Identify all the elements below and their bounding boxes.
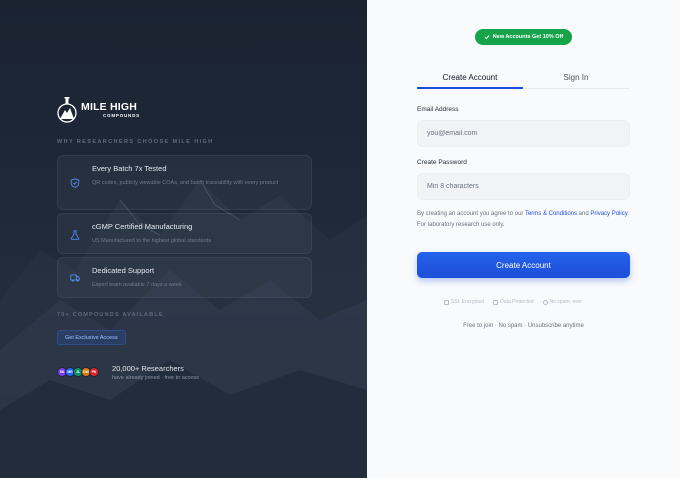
- flask-icon: [70, 230, 80, 240]
- terms-text: By creating an account you agree to our …: [417, 209, 631, 231]
- why-heading: WHY RESEARCHERS CHOOSE MILE HIGH: [57, 139, 214, 145]
- trust-badge-label: No spam, ever: [549, 299, 583, 305]
- terms-middle: and: [577, 211, 591, 217]
- trust-badge: SSL Encrypted: [444, 299, 484, 305]
- terms-prefix: By creating an account you agree to our: [417, 211, 525, 217]
- signup-tagline: Free to join · No spam · Unsubscribe any…: [463, 323, 584, 329]
- promo-text: New Accounts Get 10% Off: [492, 34, 564, 40]
- feature-title: cGMP Certified Manufacturing: [92, 222, 193, 231]
- researchers-subtitle: have already joined · free to access: [112, 375, 199, 381]
- check-icon: [484, 35, 490, 40]
- password-field[interactable]: [417, 173, 630, 200]
- trust-badge-label: Data Protected: [500, 299, 534, 305]
- create-account-button[interactable]: Create Account: [417, 252, 630, 278]
- feature-description: US Manufactured to the highest global st…: [92, 238, 212, 244]
- mountain-logo-icon: [57, 97, 77, 123]
- avatar-stack: SK MR JL DW PK: [57, 367, 99, 377]
- left-panel: MILE HIGH COMPOUNDS WHY RESEARCHERS CHOO…: [0, 0, 367, 478]
- trust-badges: SSL Encrypted Data Protected No spam, ev…: [444, 299, 582, 305]
- password-label: Create Password: [417, 159, 467, 166]
- email-field[interactable]: [417, 120, 630, 147]
- promo-badge: New Accounts Get 10% Off: [475, 29, 572, 45]
- privacy-policy-link[interactable]: Privacy Policy: [590, 211, 627, 217]
- tab-create-account[interactable]: Create Account: [417, 66, 523, 89]
- signup-panel: New Accounts Get 10% Off Create Account …: [367, 0, 680, 478]
- feature-card-support: Dedicated Support Expert team available …: [57, 257, 312, 298]
- avatar: PK: [89, 367, 99, 377]
- email-label: Email Address: [417, 106, 459, 113]
- shield-check-icon: [70, 178, 80, 188]
- no-spam-icon: [542, 299, 548, 305]
- brand-logo[interactable]: MILE HIGH COMPOUNDS: [57, 96, 140, 124]
- feature-title: Every Batch 7x Tested: [92, 164, 167, 173]
- feature-title: Dedicated Support: [92, 266, 155, 275]
- feature-description: Expert team available 7 days a week: [92, 282, 182, 288]
- trust-badge-label: SSL Encrypted: [451, 299, 485, 305]
- compounds-count-label: 70+ COMPOUNDS AVAILABLE: [57, 312, 164, 318]
- feature-card-cgmp: cGMP Certified Manufacturing US Manufact…: [57, 213, 312, 254]
- researchers-info: 20,000+ Researchers have already joined …: [112, 364, 199, 381]
- trust-badge: No spam, ever: [542, 299, 583, 305]
- auth-tabs: Create Account Sign In: [417, 66, 629, 89]
- trust-badge: Data Protected: [493, 299, 534, 305]
- brand-subtitle: COMPOUNDS: [103, 112, 140, 118]
- brand-name: MILE HIGH: [81, 101, 138, 113]
- feature-description: QR codes, publicly viewable COAs, and ba…: [92, 180, 279, 186]
- terms-link[interactable]: Terms & Conditions: [525, 211, 577, 217]
- tab-sign-in[interactable]: Sign In: [523, 66, 629, 88]
- shield-icon: [493, 299, 499, 305]
- feature-card-tested: Every Batch 7x Tested QR codes, publicly…: [57, 155, 312, 210]
- lock-icon: [444, 299, 449, 305]
- researchers-title: 20,000+ Researchers: [112, 364, 184, 373]
- get-exclusive-access-button[interactable]: Get Exclusive Access: [57, 330, 126, 345]
- truck-icon: [70, 274, 80, 282]
